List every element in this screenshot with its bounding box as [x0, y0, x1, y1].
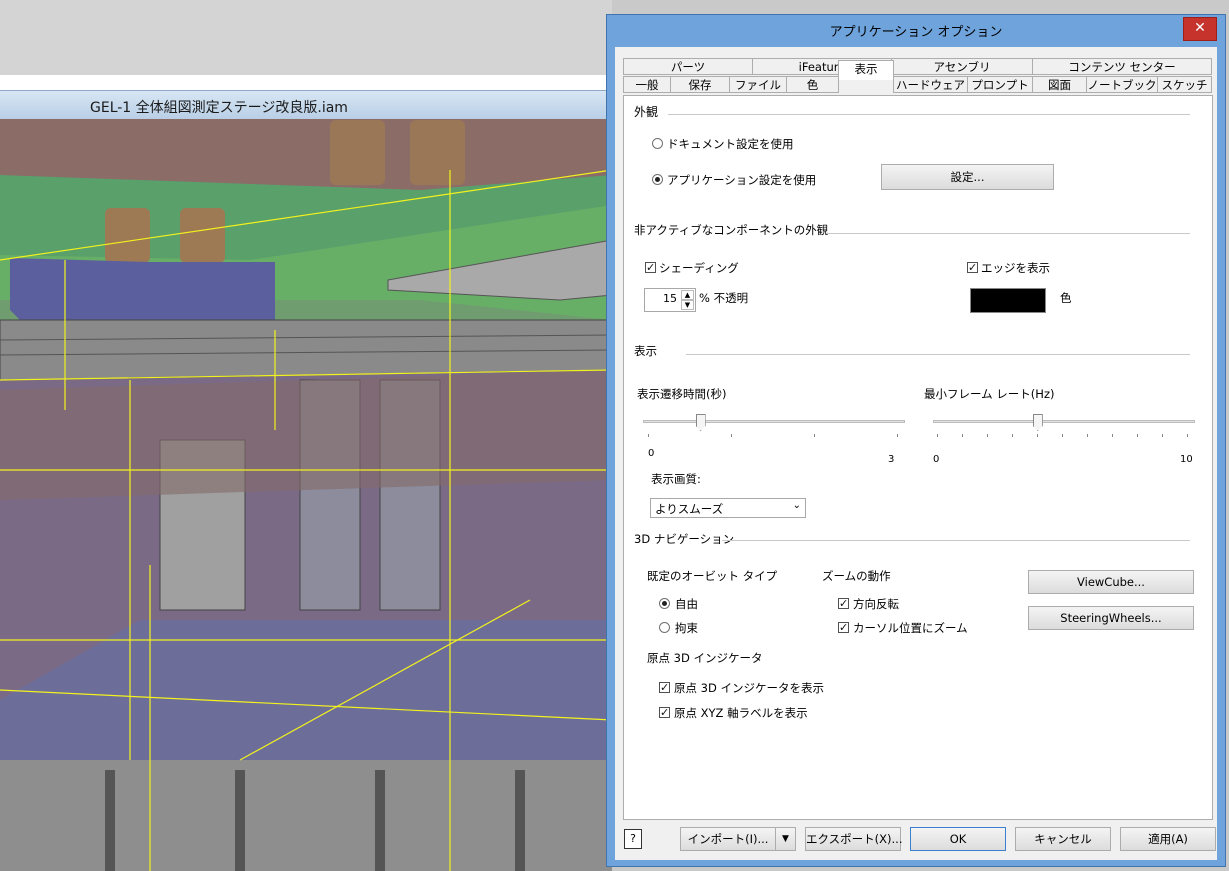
shading-checkbox[interactable]: ✓ — [645, 262, 656, 273]
ok-button[interactable]: OK — [910, 827, 1006, 851]
use-application-settings-radio[interactable] — [652, 174, 663, 185]
orbit-constrained-label: 拘束 — [675, 621, 698, 635]
tick — [1112, 434, 1113, 437]
use-document-settings-label: ドキュメント設定を使用 — [667, 137, 794, 151]
tab-colors[interactable]: 色 — [786, 76, 839, 93]
tab-notebook[interactable]: ノートブック — [1086, 76, 1158, 93]
use-document-settings-radio[interactable] — [652, 138, 663, 149]
opacity-spinner[interactable]: 15 ▲ ▼ — [644, 288, 696, 312]
export-button[interactable]: エクスポート(X)... — [805, 827, 902, 851]
viewcube-button[interactable]: ViewCube... — [1028, 570, 1194, 594]
dialog-title: アプリケーション オプション — [829, 25, 1003, 40]
zoom-behavior-heading: ズームの動作 — [822, 569, 891, 583]
tab-assembly[interactable]: アセンブリ — [891, 58, 1033, 75]
show-edges-label: エッジを表示 — [981, 261, 1050, 275]
tick — [962, 434, 963, 437]
frame-rate-max: 10 — [1180, 454, 1193, 465]
show-xyz-labels-label: 原点 XYZ 軸ラベルを表示 — [674, 706, 808, 720]
frame-rate-slider[interactable] — [933, 420, 1195, 423]
display-divider — [686, 354, 1190, 355]
tab-save[interactable]: 保存 — [670, 76, 730, 93]
tab-content-center[interactable]: コンテンツ センター — [1032, 58, 1212, 75]
tick — [1037, 434, 1038, 437]
show-origin-indicator-label: 原点 3D インジケータを表示 — [674, 681, 824, 695]
import-dropdown-arrow-icon[interactable]: ▼ — [775, 827, 796, 851]
steeringwheels-button[interactable]: SteeringWheels... — [1028, 606, 1194, 630]
tick — [987, 434, 988, 437]
tick — [731, 434, 732, 437]
show-edges-checkbox[interactable]: ✓ — [967, 262, 978, 273]
edge-color-swatch[interactable] — [970, 288, 1046, 313]
tick — [1012, 434, 1013, 437]
import-button[interactable]: インポート(I)... — [680, 827, 776, 851]
tab-display[interactable]: 表示 — [838, 60, 894, 80]
tick — [648, 434, 649, 437]
spin-down-icon[interactable]: ▼ — [681, 300, 694, 310]
tab-general[interactable]: 一般 — [623, 76, 671, 93]
shading-label: シェーディング — [659, 261, 739, 275]
tab-hardware[interactable]: ハードウェア — [893, 76, 968, 93]
display-quality-value: よりスムーズ — [655, 502, 724, 516]
show-origin-indicator-checkbox[interactable]: ✓ — [659, 682, 670, 693]
display-quality-select[interactable]: よりスムーズ ⌄ — [650, 498, 806, 518]
spin-up-icon[interactable]: ▲ — [681, 290, 694, 300]
reverse-direction-label: 方向反転 — [853, 597, 899, 611]
apply-button[interactable]: 適用(A) — [1120, 827, 1216, 851]
tick — [814, 434, 815, 437]
show-xyz-labels-checkbox[interactable]: ✓ — [659, 707, 670, 718]
appearance-settings-button[interactable]: 設定... — [881, 164, 1054, 190]
use-application-settings-label: アプリケーション設定を使用 — [667, 173, 817, 187]
opacity-value: 15 — [663, 292, 677, 305]
zoom-to-cursor-checkbox[interactable]: ✓ — [838, 622, 849, 633]
zoom-to-cursor-label: カーソル位置にズーム — [853, 621, 968, 635]
orbit-constrained-radio[interactable] — [659, 622, 670, 633]
tab-parts[interactable]: パーツ — [623, 58, 753, 75]
chevron-down-icon: ⌄ — [792, 500, 801, 511]
tick — [897, 434, 898, 437]
help-icon[interactable]: ? — [624, 829, 642, 849]
navigation-divider — [722, 540, 1190, 541]
tab-drawing[interactable]: 図面 — [1032, 76, 1087, 93]
reverse-direction-checkbox[interactable]: ✓ — [838, 598, 849, 609]
display-quality-label: 表示画質: — [651, 472, 701, 486]
transition-min: 0 — [648, 448, 655, 459]
tab-sketch[interactable]: スケッチ — [1157, 76, 1212, 93]
tab-file[interactable]: ファイル — [729, 76, 787, 93]
inactive-divider — [826, 233, 1190, 234]
tick — [1162, 434, 1163, 437]
opacity-label: % 不透明 — [699, 291, 749, 305]
frame-rate-label: 最小フレーム レート(Hz) — [924, 387, 1055, 401]
inactive-heading: 非アクティブなコンポーネントの外観 — [634, 223, 829, 237]
tick — [1187, 434, 1188, 437]
tick — [1137, 434, 1138, 437]
close-button[interactable]: ✕ — [1183, 17, 1217, 41]
tab-prompts[interactable]: プロンプト — [967, 76, 1033, 93]
tick — [937, 434, 938, 437]
transition-time-label: 表示遷移時間(秒) — [637, 387, 727, 401]
orbit-type-heading: 既定のオービット タイプ — [647, 569, 778, 583]
transition-max: 3 — [888, 454, 895, 465]
navigation-heading: 3D ナビゲーション — [634, 532, 735, 546]
tick — [1087, 434, 1088, 437]
appearance-divider — [668, 114, 1190, 115]
origin-indicator-heading: 原点 3D インジケータ — [647, 651, 763, 665]
orbit-free-radio[interactable] — [659, 598, 670, 609]
cad-document-tab[interactable]: GEL-1 全体組図測定ステージ改良版.iam — [0, 90, 612, 119]
orbit-free-label: 自由 — [675, 597, 698, 611]
frame-rate-min: 0 — [933, 454, 940, 465]
tick — [1062, 434, 1063, 437]
appearance-heading: 外観 — [634, 105, 659, 119]
transition-time-slider[interactable] — [643, 420, 905, 423]
cancel-button[interactable]: キャンセル — [1015, 827, 1111, 851]
document-title: GEL-1 全体組図測定ステージ改良版.iam — [90, 100, 348, 116]
display-heading: 表示 — [634, 344, 657, 358]
edge-color-label: 色 — [1060, 291, 1072, 305]
